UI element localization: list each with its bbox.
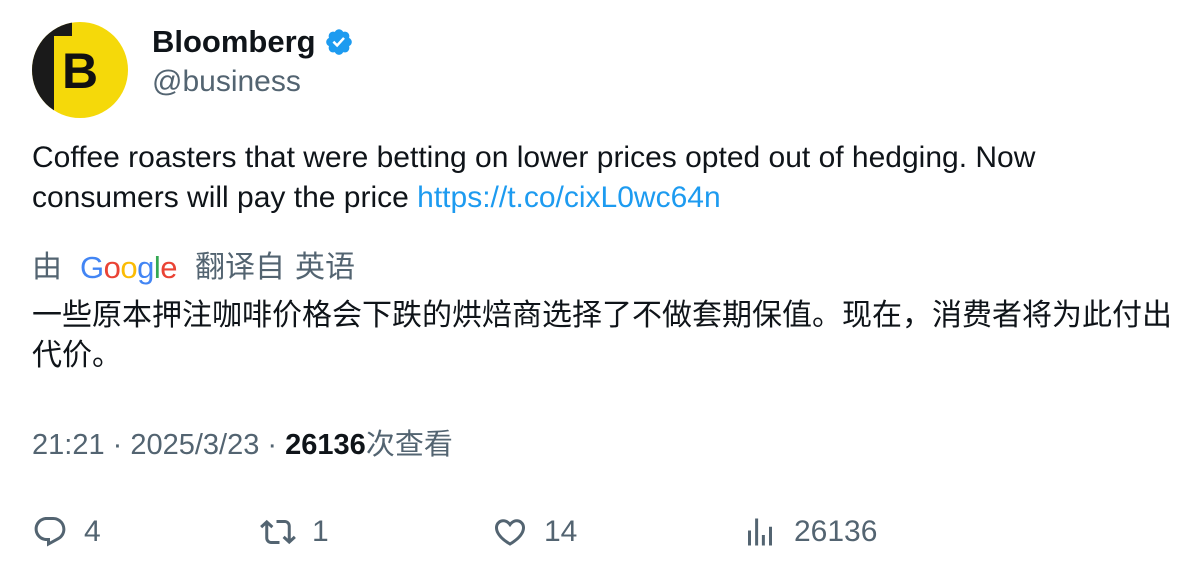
google-logo-icon: Google: [80, 250, 178, 285]
bloomberg-logo-icon: B: [32, 22, 128, 118]
avatar[interactable]: B: [32, 22, 128, 118]
tweet-time[interactable]: 21:21: [32, 429, 105, 461]
author-handle[interactable]: @business: [152, 64, 354, 100]
views-action-count: 26136: [794, 515, 878, 548]
reply-icon: [34, 517, 66, 547]
meta-separator: ·: [104, 429, 131, 461]
tweet-header: B Bloomberg @business: [32, 22, 1172, 118]
like-button[interactable]: 14: [492, 512, 577, 552]
display-name[interactable]: Bloomberg: [152, 24, 316, 60]
translation-from-label: 翻译自: [195, 250, 286, 285]
like-count: 14: [544, 515, 578, 548]
retweet-icon: [260, 519, 296, 545]
translated-tweet-text: 一些原本押注咖啡价格会下跌的烘焙商选择了不做套期保值。现在，消费者将为此付出代价…: [32, 298, 1172, 373]
analytics-icon: [748, 518, 772, 546]
meta-separator: ·: [259, 429, 286, 461]
tweet-date[interactable]: 2025/3/23: [130, 429, 259, 461]
translation-by-label: 由: [32, 250, 62, 285]
retweet-count: 1: [312, 515, 329, 548]
action-bar: 4 1 14 26136: [32, 512, 1172, 552]
avatar-letter: B: [62, 43, 98, 99]
views-count: 26136: [285, 429, 366, 461]
retweet-button[interactable]: 1: [260, 512, 329, 552]
verified-badge-icon[interactable]: [324, 27, 354, 57]
reply-count: 4: [84, 515, 101, 548]
tweet-meta: 21:21 · 2025/3/23 · 26136次查看: [32, 424, 453, 465]
tweet-link[interactable]: https://t.co/cixL0wc64n: [417, 181, 721, 214]
reply-button[interactable]: 4: [32, 512, 101, 552]
tweet-text: Coffee roasters that were betting on low…: [32, 138, 1172, 218]
tweet-card: B Bloomberg @business Coffee roasters th…: [32, 22, 1172, 548]
author-names: Bloomberg @business: [152, 22, 354, 100]
translation-attribution[interactable]: 由 Google 翻译自 英语: [32, 248, 355, 288]
views-label: 次查看: [365, 427, 453, 461]
heart-icon: [494, 519, 526, 546]
views-button[interactable]: 26136: [742, 512, 877, 552]
name-row: Bloomberg: [152, 24, 354, 60]
translation-source-language: 英语: [295, 250, 356, 285]
